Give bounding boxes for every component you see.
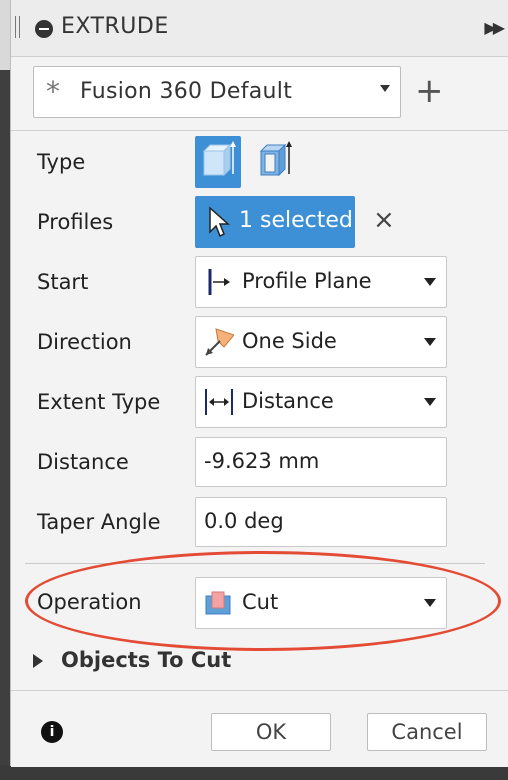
thin-extrude-icon bbox=[259, 141, 292, 177]
extent-type-label: Extent Type bbox=[37, 390, 161, 414]
distance-input[interactable]: -9.623 mm bbox=[195, 437, 447, 487]
taper-angle-value: 0.0 deg bbox=[204, 509, 284, 533]
drag-handle[interactable] bbox=[15, 16, 20, 38]
direction-value: One Side bbox=[242, 329, 337, 353]
taper-angle-label: Taper Angle bbox=[37, 510, 161, 534]
direction-label: Direction bbox=[37, 330, 132, 354]
chevron-down-icon bbox=[380, 85, 390, 92]
extent-type-value: Distance bbox=[242, 389, 334, 413]
cancel-button[interactable]: Cancel bbox=[367, 713, 487, 751]
ok-button[interactable]: OK bbox=[211, 713, 331, 751]
chevron-down-icon bbox=[424, 398, 436, 406]
asterisk-icon: * bbox=[46, 75, 60, 108]
chevron-down-icon bbox=[424, 278, 436, 286]
type-solid-button[interactable] bbox=[195, 136, 241, 188]
chevron-down-icon bbox=[424, 338, 436, 346]
type-label: Type bbox=[37, 150, 86, 174]
start-dropdown[interactable]: Profile Plane bbox=[195, 256, 447, 308]
info-icon[interactable]: i bbox=[41, 721, 63, 743]
expand-panel-icon[interactable]: ▶▶ bbox=[484, 18, 505, 37]
collapse-icon[interactable] bbox=[35, 20, 53, 38]
dialog-header[interactable]: EXTRUDE ▶▶ bbox=[11, 0, 508, 57]
expand-triangle-icon[interactable] bbox=[33, 654, 43, 668]
type-thin-button[interactable] bbox=[255, 136, 295, 188]
distance-value: -9.623 mm bbox=[204, 449, 320, 473]
solid-extrude-icon bbox=[202, 141, 236, 177]
profiles-select-button[interactable]: 1 selected bbox=[195, 196, 355, 248]
viewport-background-bottom bbox=[0, 765, 508, 780]
clear-selection-button[interactable]: × bbox=[373, 205, 395, 235]
dialog-footer: i OK Cancel bbox=[11, 690, 508, 767]
dialog-title: EXTRUDE bbox=[61, 14, 169, 39]
add-preset-button[interactable]: + bbox=[415, 74, 444, 108]
profiles-label: Profiles bbox=[37, 210, 114, 234]
cursor-arrow-icon bbox=[209, 206, 230, 238]
preset-dropdown[interactable]: * Fusion 360 Default bbox=[33, 66, 401, 118]
direction-dropdown[interactable]: One Side bbox=[195, 316, 447, 368]
extrude-dialog: EXTRUDE ▶▶ * Fusion 360 Default + Type P… bbox=[10, 0, 508, 767]
distance-icon bbox=[205, 389, 233, 415]
highlight-annotation bbox=[25, 551, 501, 651]
start-label: Start bbox=[37, 270, 89, 294]
start-value: Profile Plane bbox=[242, 269, 372, 293]
one-side-icon bbox=[205, 328, 234, 356]
profiles-selection-text: 1 selected bbox=[239, 208, 353, 233]
extent-type-dropdown[interactable]: Distance bbox=[195, 376, 447, 428]
profile-plane-icon bbox=[208, 269, 230, 295]
preset-label: Fusion 360 Default bbox=[80, 79, 293, 104]
objects-to-cut-label: Objects To Cut bbox=[61, 648, 232, 672]
taper-angle-input[interactable]: 0.0 deg bbox=[195, 497, 447, 547]
distance-label: Distance bbox=[37, 450, 129, 474]
